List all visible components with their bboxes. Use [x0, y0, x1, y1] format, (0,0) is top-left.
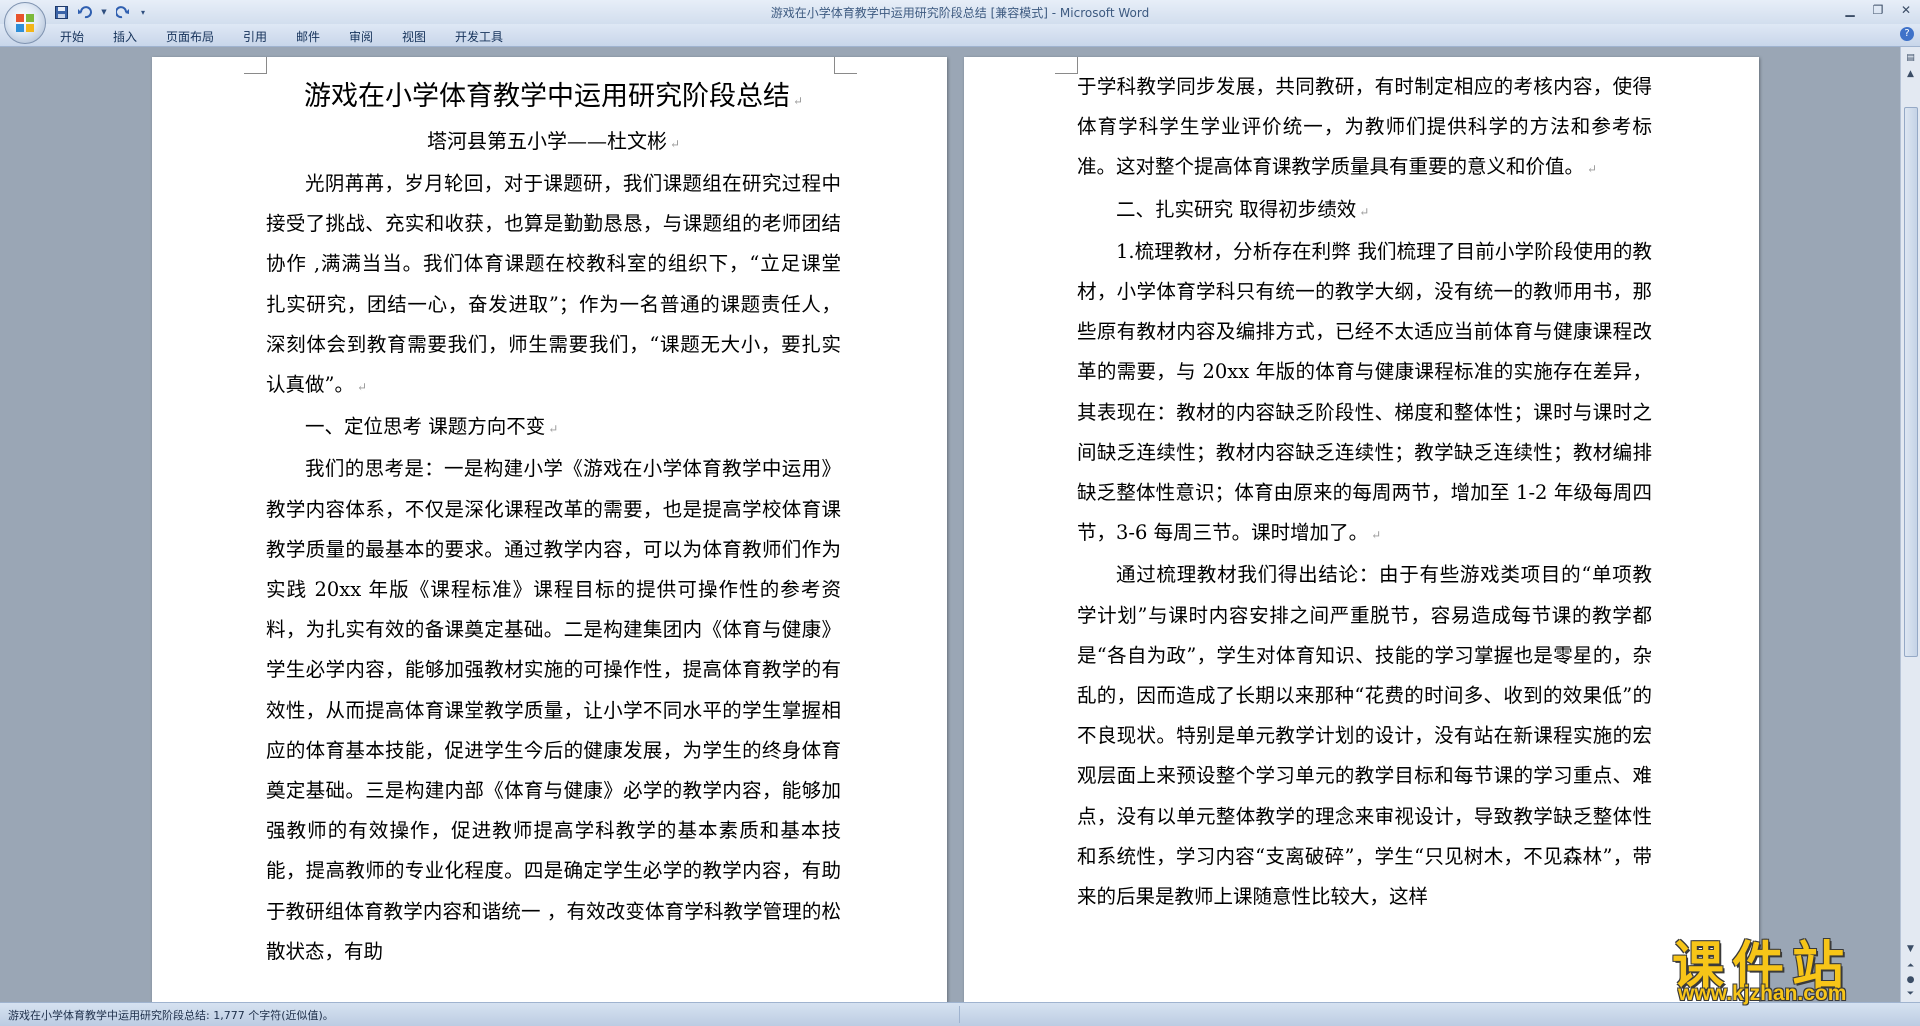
status-text: 游戏在小学体育教学中运用研究阶段总结: 1,777 个字符(近似值)。: [8, 1009, 334, 1022]
paragraph: 光阴苒苒，岁月轮回，对于课题研，我们课题组在研究过程中接受了挑战、充实和收获，也…: [266, 172, 861, 397]
tab-mailings[interactable]: 邮件: [296, 28, 320, 45]
document-title: 游戏在小学体育教学中运用研究阶段总结 ↵: [303, 81, 804, 112]
office-logo-icon: [16, 14, 34, 32]
paragraph: 通过梳理教材我们得出结论：由于有些游戏类项目的“单项教学计划”与课时内容安排之间…: [1077, 563, 1652, 909]
status-bar: 游戏在小学体育教学中运用研究阶段总结: 1,777 个字符(近似值)。: [0, 1002, 1920, 1026]
title-bar: ▼ ▾ 游戏在小学体育教学中运用研究阶段总结 [兼容模式] - Microsof…: [0, 0, 1920, 25]
document-author: 塔河县第五小学——杜文彬 ↵: [426, 129, 681, 153]
minimize-icon[interactable]: ▁: [1836, 0, 1864, 20]
tab-view[interactable]: 视图: [402, 28, 426, 45]
document-page-1[interactable]: 游戏在小学体育教学中运用研究阶段总结 ↵ 塔河县第五小学——杜文彬 ↵ 光阴苒苒，岁…: [152, 57, 947, 1002]
tab-insert[interactable]: 插入: [113, 28, 137, 45]
page-1-content: 游戏在小学体育教学中运用研究阶段总结 ↵ 塔河县第五小学——杜文彬 ↵ 光阴苒苒，岁…: [266, 57, 861, 972]
status-divider: [959, 1006, 960, 1023]
restore-icon[interactable]: ❐: [1864, 0, 1892, 20]
help-icon[interactable]: ?: [1900, 27, 1914, 41]
office-button[interactable]: [4, 2, 46, 44]
tab-review[interactable]: 审阅: [349, 28, 373, 45]
crop-mark: [1055, 57, 1078, 74]
vertical-scrollbar[interactable]: ▤ ▲ ▼ ⏶ ● ⏷: [1900, 47, 1920, 1002]
close-icon[interactable]: ✕: [1892, 0, 1920, 20]
watermark-url: www.kjzhan.com: [1678, 982, 1847, 1005]
window-title: 游戏在小学体育教学中运用研究阶段总结 [兼容模式] - Microsoft Wo…: [770, 6, 1150, 20]
section-heading: 一、定位思考 课题方向不变 ↵: [305, 415, 559, 439]
paragraph: 我们的思考是：一是构建小学《游戏在小学体育教学中运用》教学内容体系，不仅是深化课…: [266, 457, 841, 963]
page-2-content: 于学科教学同步发展，共同教研，有时制定相应的考核内容，使得体育学科学生学业评价统…: [1077, 57, 1652, 917]
ribbon-tabs: 开始 插入 页面布局 引用 邮件 审阅 视图 开发工具 ?: [0, 24, 1920, 47]
document-page-2[interactable]: 于学科教学同步发展，共同教研，有时制定相应的考核内容，使得体育学科学生学业评价统…: [964, 57, 1759, 1002]
section-heading: 二、扎实研究 取得初步绩效 ↵: [1116, 197, 1370, 221]
crop-mark: [244, 57, 267, 74]
scroll-up-icon[interactable]: ▲: [1903, 67, 1918, 81]
tab-developer[interactable]: 开发工具: [455, 28, 503, 45]
tab-page-layout[interactable]: 页面布局: [166, 28, 214, 45]
tab-references[interactable]: 引用: [243, 28, 267, 45]
tab-home[interactable]: 开始: [60, 28, 84, 45]
document-workspace: 游戏在小学体育教学中运用研究阶段总结 ↵ 塔河县第五小学——杜文彬 ↵ 光阴苒苒，岁…: [0, 47, 1900, 1002]
ruler-toggle-icon[interactable]: ▤: [1903, 51, 1918, 65]
paragraph: 于学科教学同步发展，共同教研，有时制定相应的考核内容，使得体育学科学生学业评价统…: [1077, 75, 1652, 179]
paragraph: 1.梳理教材，分析存在利弊 我们梳理了目前小学阶段使用的教材，小学体育学科只有统…: [1077, 239, 1652, 545]
watermark-logo: 课件站 www.kjzhan.com: [1668, 924, 1908, 1005]
scrollbar-thumb[interactable]: [1904, 107, 1918, 657]
window-controls: ▁ ❐ ✕: [1836, 0, 1920, 20]
